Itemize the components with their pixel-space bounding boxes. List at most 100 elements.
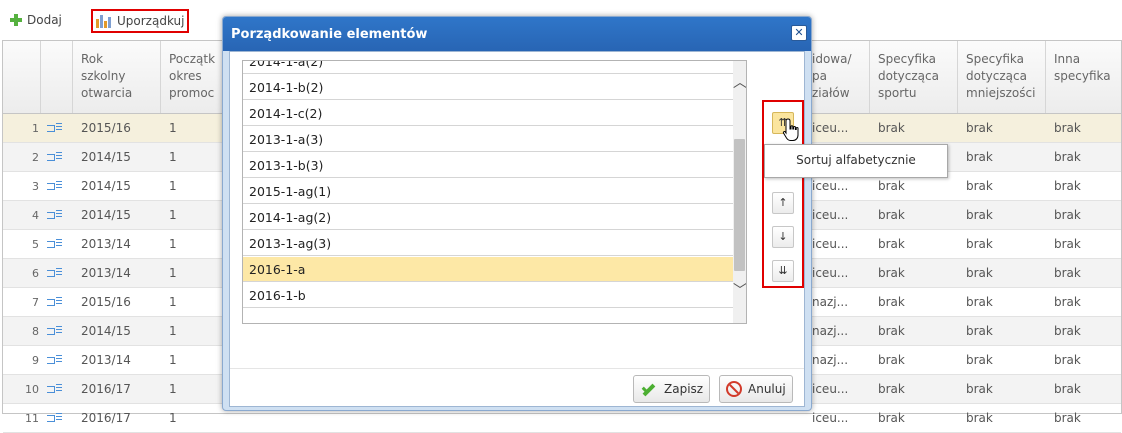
cancel-icon bbox=[726, 381, 742, 397]
cell-okres: 1 bbox=[169, 382, 177, 396]
row-action-icon[interactable] bbox=[47, 383, 63, 395]
row-action-icon[interactable] bbox=[47, 296, 63, 308]
row-icon-cell bbox=[47, 317, 63, 346]
cell-budowa: iceu... bbox=[812, 266, 849, 280]
row-icon-cell bbox=[47, 346, 63, 375]
row-action-icon[interactable] bbox=[47, 238, 63, 250]
header-icon bbox=[41, 41, 73, 113]
cell-n: 2 bbox=[32, 151, 39, 164]
move-bottom-button[interactable]: ⇊ bbox=[772, 260, 794, 282]
cell-inna: brak bbox=[1054, 411, 1081, 425]
cell-inna: brak bbox=[1054, 266, 1081, 280]
cell-rok: 2013/14 bbox=[81, 237, 131, 251]
cancel-button-label: Anuluj bbox=[748, 382, 786, 396]
list-item[interactable]: 2014-1-a(2) bbox=[243, 61, 733, 74]
row-action-icon[interactable] bbox=[47, 209, 63, 221]
footer-divider bbox=[230, 368, 804, 369]
row-icon-cell bbox=[47, 375, 63, 404]
add-button-label: Dodaj bbox=[27, 13, 62, 27]
cell-mn: brak bbox=[966, 179, 993, 193]
cell-n: 3 bbox=[32, 180, 39, 193]
sort-button-label: Uporządkuj bbox=[117, 14, 185, 28]
cell-inna: brak bbox=[1054, 237, 1081, 251]
row-icon-cell bbox=[47, 172, 63, 201]
list-item[interactable]: 2016-1-b bbox=[243, 283, 733, 308]
cancel-button[interactable]: Anuluj bbox=[719, 375, 793, 403]
cell-rok: 2016/17 bbox=[81, 411, 131, 425]
row-icon-cell bbox=[47, 288, 63, 317]
move-down-button[interactable]: ↓ bbox=[772, 226, 794, 248]
down-arrow-icon: ↓ bbox=[778, 230, 788, 243]
list-item[interactable]: 2013-1-ag(3) bbox=[243, 231, 733, 256]
cell-okres: 1 bbox=[169, 208, 177, 222]
cell-n: 8 bbox=[32, 325, 39, 338]
cell-inna: brak bbox=[1054, 324, 1081, 338]
header-budowa[interactable]: idowa/ pa ziałów bbox=[810, 41, 870, 113]
row-action-icon[interactable] bbox=[47, 354, 63, 366]
header-poczatkowy-okres[interactable]: Początk okres promoc bbox=[161, 41, 223, 113]
cell-n: 11 bbox=[25, 412, 39, 425]
cell-inna: brak bbox=[1054, 208, 1081, 222]
row-action-icon[interactable] bbox=[47, 122, 63, 134]
cell-n: 6 bbox=[32, 267, 39, 280]
cell-sport: brak bbox=[878, 266, 905, 280]
list-item[interactable]: 2014-1-b(2) bbox=[243, 75, 733, 100]
bar-chart-icon bbox=[96, 14, 112, 28]
sort-button[interactable]: Uporządkuj bbox=[91, 9, 190, 33]
double-down-arrow-icon: ⇊ bbox=[778, 264, 788, 277]
hand-cursor-icon bbox=[782, 118, 799, 141]
header-inna-specyfika[interactable]: Inna specyfika bbox=[1046, 41, 1121, 113]
tooltip: Sortuj alfabetycznie bbox=[764, 144, 948, 178]
cell-rok: 2015/16 bbox=[81, 121, 131, 135]
up-arrow-icon: ↑ bbox=[778, 196, 788, 209]
cell-n: 1 bbox=[32, 122, 39, 135]
row-icon-cell bbox=[47, 143, 63, 172]
header-rownum bbox=[3, 41, 41, 113]
cell-mn: brak bbox=[966, 121, 993, 135]
scroll-down-icon[interactable]: ﹀ bbox=[733, 283, 746, 299]
cell-mn: brak bbox=[966, 237, 993, 251]
cell-budowa: iceu... bbox=[812, 121, 849, 135]
row-action-icon[interactable] bbox=[47, 325, 63, 337]
cell-rok: 2014/15 bbox=[81, 179, 131, 193]
cell-okres: 1 bbox=[169, 324, 177, 338]
cell-sport: brak bbox=[878, 382, 905, 396]
plus-icon bbox=[10, 14, 22, 26]
cell-budowa: iceu... bbox=[812, 411, 849, 425]
cell-okres: 1 bbox=[169, 121, 177, 135]
cell-mn: brak bbox=[966, 295, 993, 309]
move-up-button[interactable]: ↑ bbox=[772, 192, 794, 214]
cell-budowa: iceu... bbox=[812, 382, 849, 396]
row-icon-cell bbox=[47, 230, 63, 259]
cell-rok: 2016/17 bbox=[81, 382, 131, 396]
save-button[interactable]: Zapisz bbox=[633, 375, 711, 403]
list-item[interactable]: 2013-1-b(3) bbox=[243, 153, 733, 178]
cell-sport: brak bbox=[878, 208, 905, 222]
header-specyfika-mniejszosci[interactable]: Specyfika dotycząca mniejszości bbox=[958, 41, 1046, 113]
close-icon[interactable]: ✕ bbox=[791, 25, 807, 41]
header-specyfika-sportu[interactable]: Specyfika dotycząca sportu bbox=[870, 41, 958, 113]
cell-okres: 1 bbox=[169, 237, 177, 251]
cell-rok: 2015/16 bbox=[81, 295, 131, 309]
scrollbar-thumb[interactable] bbox=[734, 139, 745, 271]
cell-n: 10 bbox=[25, 383, 39, 396]
list-item[interactable]: 2014-1-ag(2) bbox=[243, 205, 733, 230]
list-item[interactable]: 2016-1-a bbox=[243, 257, 733, 282]
items-listbox[interactable]: 2014-1-a(2) 2014-1-b(2) 2014-1-c(2) 2013-1-… bbox=[242, 60, 747, 324]
cell-mn: brak bbox=[966, 324, 993, 338]
add-button[interactable]: Dodaj bbox=[10, 10, 62, 30]
cell-mn: brak bbox=[966, 411, 993, 425]
cell-sport: brak bbox=[878, 353, 905, 367]
list-item[interactable]: 2013-1-a(3) bbox=[243, 127, 733, 152]
dialog-title-bar: Porządkowanie elementów ✕ bbox=[223, 17, 811, 51]
row-action-icon[interactable] bbox=[47, 180, 63, 192]
row-action-icon[interactable] bbox=[47, 151, 63, 163]
cell-sport: brak bbox=[878, 411, 905, 425]
list-item[interactable]: 2015-1-ag(1) bbox=[243, 179, 733, 204]
scroll-up-icon[interactable]: ︿ bbox=[733, 75, 746, 91]
cell-rok: 2013/14 bbox=[81, 266, 131, 280]
row-action-icon[interactable] bbox=[47, 267, 63, 279]
header-rok-szkolny[interactable]: Rok szkolny otwarcia bbox=[73, 41, 161, 113]
cell-n: 7 bbox=[32, 296, 39, 309]
list-item[interactable]: 2014-1-c(2) bbox=[243, 101, 733, 126]
